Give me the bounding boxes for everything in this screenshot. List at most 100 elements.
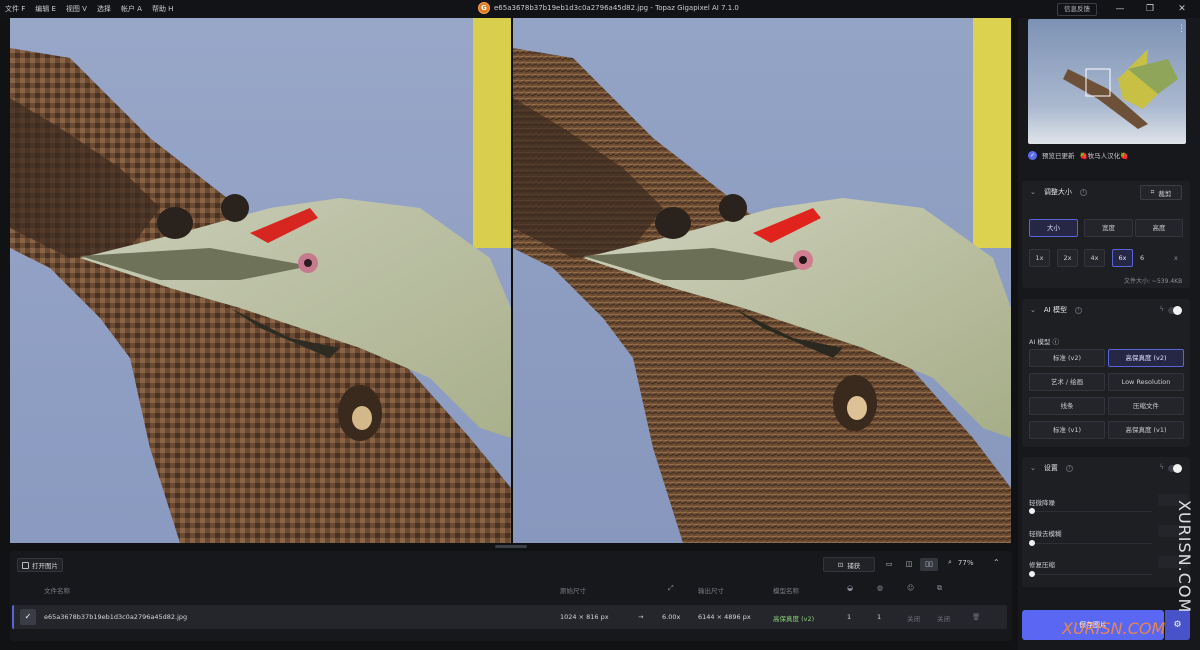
preview-status-row: ✓ 预览已更新 🍓牧马人汉化🍓: [1028, 150, 1128, 160]
crop-button[interactable]: ⌗ 裁剪: [1140, 185, 1182, 200]
row-model: 高保真度 (v2): [773, 615, 815, 623]
ai-model-toggle[interactable]: [1168, 306, 1182, 315]
denoise-slider-track[interactable]: [1032, 511, 1152, 512]
header-model-name: 模型名称: [773, 587, 799, 595]
info-icon[interactable]: i: [1074, 306, 1082, 314]
scale-6x-button[interactable]: 6x: [1112, 249, 1133, 267]
deblur-icon: ◍: [877, 584, 884, 592]
header-original-size: 原始尺寸: [560, 587, 586, 595]
deblur-slider-handle[interactable]: [1029, 540, 1035, 546]
capture-button[interactable]: ⊡ 捕获: [823, 557, 875, 572]
settings-section-header[interactable]: ⌄ 设置 i: [1022, 457, 1190, 479]
row-original-size: 1024 × 816 px: [560, 613, 609, 621]
window-title: e65a3678b37b19eb1d3c0a2796a45d82.jpg - T…: [494, 4, 739, 12]
single-view-icon[interactable]: ▭: [880, 558, 898, 571]
deblur-slider-track[interactable]: [1032, 543, 1152, 544]
settings-section-title: 设置: [1043, 464, 1058, 472]
crop-label: 裁剪: [1158, 189, 1172, 198]
menu-view[interactable]: 视图 V: [66, 4, 87, 14]
preview-updated-label: 预览已更新: [1042, 152, 1075, 160]
tab-size[interactable]: 大小: [1029, 219, 1078, 237]
denoise-slider-handle[interactable]: [1029, 508, 1035, 514]
ai-model-section-header[interactable]: ⌄ AI 模型 i: [1022, 299, 1190, 321]
file-size-label: 文件大小: ~539.4KB: [1124, 278, 1183, 285]
window-title-group: G e65a3678b37b19eb1d3c0a2796a45d82.jpg -…: [478, 2, 739, 14]
split-view-icon[interactable]: ◫: [900, 558, 918, 571]
preview-checkbox[interactable]: ✓: [1028, 150, 1037, 160]
zoom-control[interactable]: ⌕ 77%: [948, 558, 973, 567]
scale-2x-button[interactable]: 2x: [1057, 249, 1078, 267]
header-filename[interactable]: 文件名称: [44, 585, 70, 595]
menu-help[interactable]: 帮助 H: [152, 4, 174, 14]
row-scale: 6.00x: [662, 613, 681, 621]
denoise-icon: ◒: [847, 584, 854, 592]
ai-model-section: ⌄ AI 模型 i ϟ AI 模型 ⓘ 标准 (v2) 高保真度 (v2) 艺术…: [1022, 299, 1190, 447]
more-options-icon[interactable]: ⋮: [1177, 24, 1186, 34]
chevron-down-icon: ⌄: [1030, 188, 1036, 196]
arrow-right-icon: →: [638, 613, 644, 621]
recover-icon: ⧉: [937, 584, 942, 592]
watermark-vertical: XURISN.COM: [1175, 500, 1194, 614]
compression-slider-track[interactable]: [1032, 574, 1152, 575]
enhanced-image: [513, 18, 1011, 543]
zoom-icon: ⌕: [948, 558, 952, 566]
open-image-button[interactable]: 打开图片: [17, 558, 63, 572]
original-image-pane[interactable]: [10, 18, 511, 543]
model-art-cg[interactable]: 艺术 / 绘画: [1029, 373, 1105, 391]
panel-resize-handle[interactable]: [495, 545, 527, 548]
app-logo-icon: G: [478, 2, 490, 14]
enhanced-image-pane[interactable]: [513, 18, 1011, 543]
model-low-resolution[interactable]: Low Resolution: [1108, 373, 1184, 391]
row-face: 关闭: [907, 615, 920, 623]
model-compressed[interactable]: 压缩文件: [1108, 397, 1184, 415]
info-icon[interactable]: i: [1079, 188, 1087, 196]
menu-edit[interactable]: 编辑 E: [35, 4, 56, 14]
resize-section: ⌄ 调整大小 i ⌗ 裁剪 大小 宽度 高度 1x 2x 4x 6x 6 x 文…: [1022, 181, 1190, 288]
crop-icon: ⌗: [1150, 188, 1155, 196]
capture-label: 捕获: [847, 561, 861, 570]
custom-scale-unit: x: [1174, 254, 1178, 262]
model-lines[interactable]: 线条: [1029, 397, 1105, 415]
header-output-size: 输出尺寸: [698, 587, 724, 595]
scale-4x-button[interactable]: 4x: [1084, 249, 1105, 267]
menu-file[interactable]: 文件 F: [5, 4, 25, 14]
resize-section-title: 调整大小: [1043, 188, 1072, 196]
close-icon[interactable]: ✕: [1175, 2, 1189, 16]
row-denoise: 1: [847, 613, 852, 621]
zoom-value: 77%: [957, 558, 974, 567]
open-image-icon: [22, 561, 29, 569]
menu-account[interactable]: 帐户 A: [121, 4, 142, 14]
minimize-icon[interactable]: —: [1113, 2, 1127, 16]
model-high-fidelity-v2[interactable]: 高保真度 (v2): [1108, 349, 1184, 367]
chevron-down-icon: ⌄: [1030, 306, 1036, 314]
trash-icon[interactable]: 🗑: [972, 613, 980, 621]
row-recover: 关闭: [937, 615, 950, 623]
row-deblur: 1: [877, 613, 882, 621]
original-image: [10, 18, 511, 543]
side-by-side-view-icon[interactable]: ▯▯: [920, 558, 938, 571]
menu-select[interactable]: 选择: [97, 4, 111, 14]
chevron-up-icon[interactable]: ⌃: [993, 558, 1000, 567]
info-icon[interactable]: i: [1065, 464, 1073, 472]
settings-toggle[interactable]: [1168, 464, 1182, 473]
model-standard-v1[interactable]: 标准 (v1): [1029, 421, 1105, 439]
scale-icon: ⤢: [668, 584, 674, 592]
custom-scale-input[interactable]: 6: [1140, 254, 1144, 262]
watermark-horizontal: XURISN.COM: [1062, 619, 1166, 638]
restore-icon[interactable]: ❐: [1143, 2, 1157, 16]
compression-slider-handle[interactable]: [1029, 571, 1035, 577]
tab-height[interactable]: 高度: [1135, 219, 1183, 237]
denoise-label: 轻微降噪: [1029, 499, 1055, 507]
settings-section: ⌄ 设置 i ϟ 轻微降噪 轻微去模糊 修复压缩: [1022, 457, 1190, 587]
scale-1x-button[interactable]: 1x: [1029, 249, 1050, 267]
tab-width[interactable]: 宽度: [1084, 219, 1133, 237]
model-standard-v2[interactable]: 标准 (v2): [1029, 349, 1105, 367]
title-bar: 文件 F 编辑 E 视图 V 选择 帐户 A 帮助 H G e65a3678b3…: [0, 0, 1200, 18]
ai-model-subtitle: AI 模型 ⓘ: [1029, 338, 1059, 346]
chevron-down-icon: ⌄: [1030, 464, 1036, 472]
row-checkbox[interactable]: ✓: [20, 609, 36, 625]
model-high-fidelity-v1[interactable]: 高保真度 (v1): [1108, 421, 1184, 439]
feedback-button[interactable]: 信息反馈: [1057, 3, 1097, 16]
navigator-preview[interactable]: [1028, 19, 1186, 144]
ai-model-section-title: AI 模型: [1043, 306, 1067, 314]
